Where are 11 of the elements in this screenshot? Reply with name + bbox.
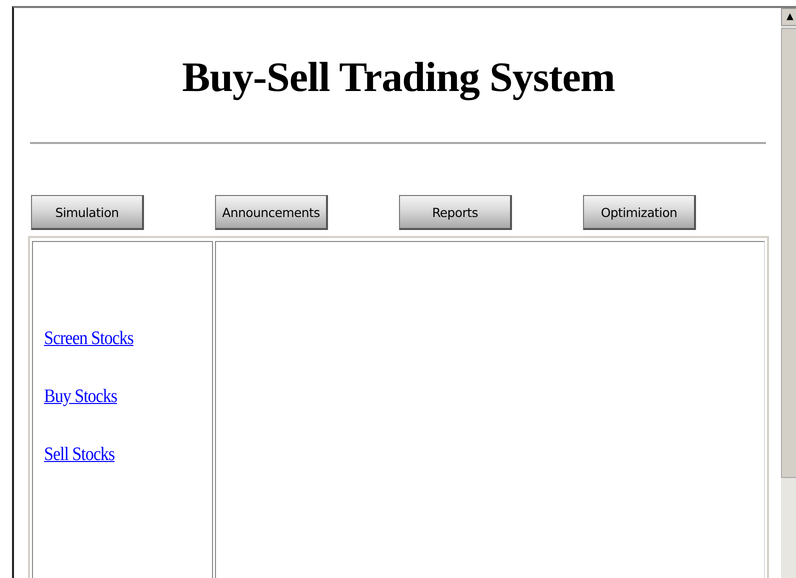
- scrollbar[interactable]: ▲: [781, 8, 796, 578]
- sidebar-link[interactable]: Buy Stocks: [44, 386, 117, 408]
- nav-button[interactable]: Simulation: [31, 195, 144, 230]
- page-title: Buy-Sell Trading System: [181, 54, 616, 102]
- nav-button[interactable]: Reports: [399, 195, 512, 230]
- sidebar-link[interactable]: Screen Stocks: [44, 328, 134, 350]
- scroll-thumb[interactable]: [781, 28, 796, 478]
- sidebar-link[interactable]: Sell Stocks: [44, 444, 115, 466]
- scroll-up-button[interactable]: ▲: [781, 8, 796, 26]
- nav-button[interactable]: Announcements: [215, 195, 328, 230]
- nav-button[interactable]: Optimization: [583, 195, 696, 230]
